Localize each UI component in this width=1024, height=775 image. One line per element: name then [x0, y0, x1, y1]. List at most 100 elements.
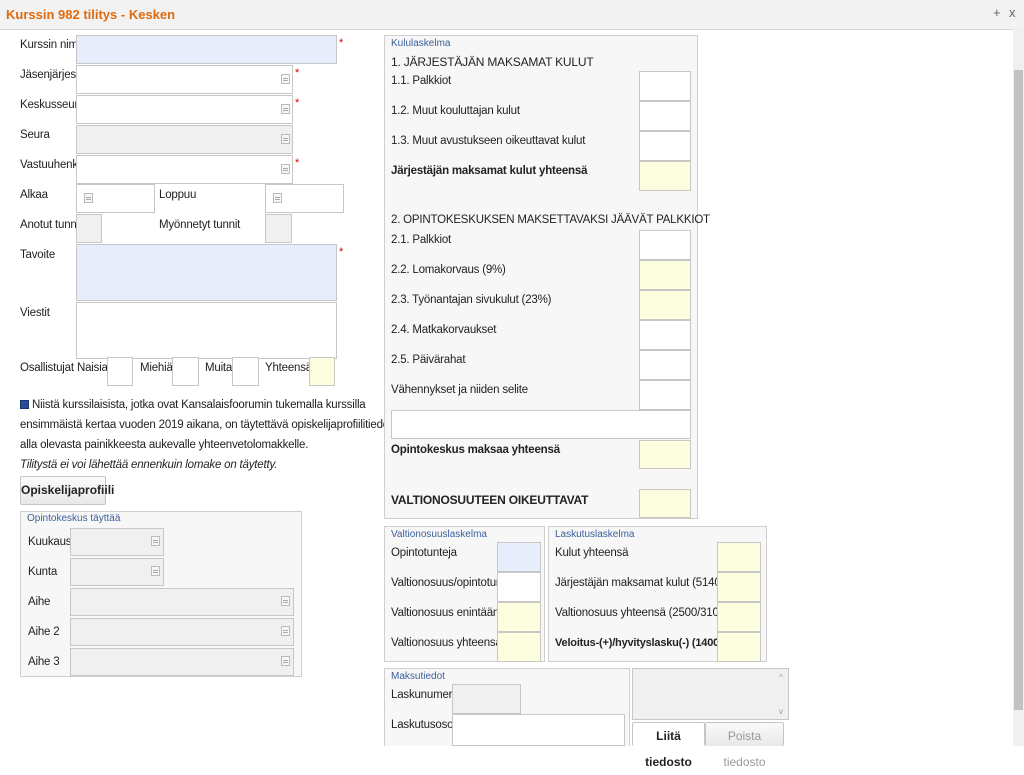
laskutusosoite-input[interactable] — [452, 714, 625, 746]
anotut-tunnit-input[interactable] — [76, 214, 102, 243]
info-icon — [20, 400, 29, 409]
naisia-input[interactable] — [107, 357, 133, 386]
viestit-label: Viestit — [20, 307, 50, 319]
lomakorvaus-field — [639, 260, 691, 290]
kuukausi-label: Kuukausi — [28, 536, 74, 548]
palkkiot-1-label: 1.1. Palkkiot — [391, 75, 452, 87]
opintokeskus-maksaa-label: Opintokeskus maksaa yhteensä — [391, 444, 560, 456]
lookup-icon[interactable] — [281, 164, 290, 174]
jarjestajan-yhteensa-field — [639, 161, 691, 191]
tavoite-label: Tavoite — [20, 249, 56, 261]
required-mark: * — [339, 37, 344, 49]
kouluttajan-kulut-input[interactable] — [639, 101, 691, 131]
aihe-label: Aihe — [28, 596, 51, 608]
muita-label: Muita — [205, 362, 233, 374]
opintotunteja-input[interactable] — [497, 542, 541, 572]
myonnetyt-tunnit-input[interactable] — [265, 214, 292, 243]
alkaa-label: Alkaa — [20, 189, 48, 201]
aihe3-select[interactable] — [70, 648, 294, 676]
required-mark: * — [295, 157, 300, 169]
matkakorvaukset-input[interactable] — [639, 320, 691, 350]
calendar-icon[interactable] — [84, 193, 93, 203]
chevron-down-icon[interactable]: v — [779, 707, 783, 716]
required-mark: * — [295, 67, 300, 79]
laskunumero-input[interactable] — [452, 684, 521, 714]
liita-tiedosto-button[interactable]: Liitä tiedosto — [632, 722, 705, 769]
valtionosuus-laskutus-field — [717, 602, 761, 632]
opintotunteja-label: Opintotunteja — [391, 547, 457, 559]
jasenjarjesto-input[interactable] — [76, 65, 293, 94]
opiskelijaprofiili-button[interactable]: Opiskelijaprofiili — [20, 476, 114, 505]
loppuu-label: Loppuu — [159, 189, 197, 201]
valtionosuus-legend: Valtionosuuslaskelma — [391, 529, 487, 540]
info-line-1: Niistä kurssilaisista, jotka ovat Kansal… — [20, 399, 366, 411]
lookup-icon[interactable] — [281, 104, 290, 114]
palkkiot-1-input[interactable] — [639, 71, 691, 101]
keskusseura-label: Keskusseura — [20, 99, 85, 111]
seura-input[interactable] — [76, 125, 293, 154]
lookup-icon[interactable] — [281, 626, 290, 636]
jarjestajan-kulut-field — [717, 572, 761, 602]
veloitus-field — [717, 632, 761, 662]
info-line-3: alla olevasta painikkeesta aukevalle yht… — [20, 439, 309, 451]
kunta-select[interactable] — [70, 558, 164, 586]
scrollbar-thumb[interactable] — [1014, 70, 1023, 710]
calendar-icon[interactable] — [273, 193, 282, 203]
miehia-label: Miehiä — [140, 362, 173, 374]
opintokeskus-maksaa-field — [639, 440, 691, 469]
seura-label: Seura — [20, 129, 50, 141]
required-mark: * — [295, 97, 300, 109]
valtionosuus-yhteensa-label: Valtionosuus yhteensä — [391, 637, 502, 649]
alkaa-date-input[interactable] — [76, 184, 155, 213]
lookup-icon[interactable] — [281, 74, 290, 84]
form-note: Tilitystä ei voi lähettää ennenkuin loma… — [20, 459, 278, 471]
expand-button[interactable]: + — [993, 5, 1001, 20]
valtionosuus-tunti-input[interactable] — [497, 572, 541, 602]
poista-tiedosto-button[interactable]: Poista tiedosto — [705, 722, 784, 769]
lookup-icon[interactable] — [151, 536, 160, 546]
kurssin-nimi-input[interactable] — [76, 35, 337, 64]
window-title: Kurssin 982 tilitys - Kesken — [6, 7, 176, 22]
lookup-icon[interactable] — [281, 596, 290, 606]
loppuu-date-input[interactable] — [265, 184, 344, 213]
opintokeskus-legend: Opintokeskus täyttää — [27, 513, 121, 524]
aihe-select[interactable] — [70, 588, 294, 616]
attachments-list[interactable]: ^ v — [632, 668, 789, 720]
muita-input[interactable] — [232, 357, 259, 386]
info-text-1: Niistä kurssilaisista, jotka ovat Kansal… — [32, 399, 366, 411]
valtionosuus-laskutus-label: Valtionosuus yhteensä (2500/3100) — [555, 607, 729, 619]
tavoite-textarea[interactable] — [76, 244, 337, 301]
close-button[interactable]: x — [1009, 5, 1016, 20]
muut-kulut-input[interactable] — [639, 131, 691, 161]
laskunumero-label: Laskunumero — [391, 689, 459, 701]
yhteensa-label: Yhteensä — [265, 362, 312, 374]
aihe2-select[interactable] — [70, 618, 294, 646]
viestit-textarea[interactable] — [76, 302, 337, 359]
valtionosuuteen-label: VALTIONOSUUTEEN OIKEUTTAVAT — [391, 493, 589, 507]
lookup-icon[interactable] — [281, 134, 290, 144]
palkkiot-2-input[interactable] — [639, 230, 691, 260]
chevron-up-icon[interactable]: ^ — [779, 673, 783, 682]
maksutiedot-legend: Maksutiedot — [391, 671, 445, 682]
section2-heading: 2. OPINTOKESKUKSEN MAKSETTAVAKSI JÄÄVÄT … — [391, 214, 710, 226]
anotut-tunnit-label: Anotut tunnit — [20, 219, 82, 231]
valtionosuuteen-field — [639, 489, 691, 518]
keskusseura-input[interactable] — [76, 95, 293, 124]
valtionosuus-tunti-label: Valtionosuus/opintotunti — [391, 577, 508, 589]
matkakorvaukset-label: 2.4. Matkakorvaukset — [391, 324, 497, 336]
lookup-icon[interactable] — [151, 566, 160, 576]
vahennykset-selite-input[interactable] — [391, 410, 691, 439]
vahennykset-input[interactable] — [639, 380, 691, 410]
myonnetyt-tunnit-label: Myönnetyt tunnit — [159, 219, 241, 231]
aihe3-label: Aihe 3 — [28, 656, 60, 668]
lookup-icon[interactable] — [281, 656, 290, 666]
paivarahat-input[interactable] — [639, 350, 691, 380]
paivarahat-label: 2.5. Päivärahat — [391, 354, 466, 366]
kurssin-nimi-label: Kurssin nimi — [20, 39, 81, 51]
vastuuhenkilo-input[interactable] — [76, 155, 293, 184]
palkkiot-2-label: 2.1. Palkkiot — [391, 234, 452, 246]
vahennykset-label: Vähennykset ja niiden selite — [391, 384, 528, 396]
miehia-input[interactable] — [172, 357, 199, 386]
kuukausi-select[interactable] — [70, 528, 164, 556]
info-line-2: ensimmäistä kertaa vuoden 2019 aikana, o… — [20, 419, 392, 431]
